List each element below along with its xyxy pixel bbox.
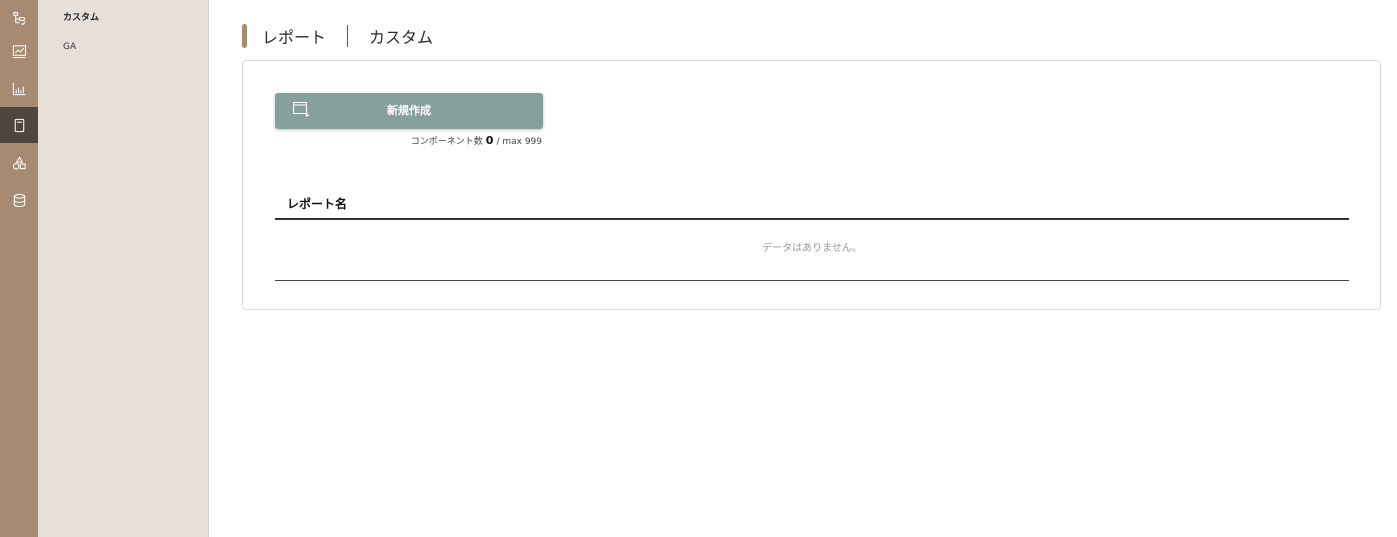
component-count-value: 0 [485, 134, 494, 147]
subnav-item-ga[interactable]: GA [63, 42, 76, 52]
rail-item-analytics[interactable] [0, 70, 38, 106]
icon-rail [0, 0, 38, 537]
report-card: 新規作成 コンポーネント数 0/ max 999 レポート名 データはありません。 [242, 60, 1381, 310]
header-accent-bar [242, 24, 247, 48]
report-table: レポート名 データはありません。 [275, 191, 1349, 281]
rail-item-report[interactable] [0, 107, 38, 143]
database-icon [13, 193, 25, 207]
empty-state: データはありません。 [275, 220, 1349, 281]
rail-item-database[interactable] [0, 182, 38, 218]
component-count: コンポーネント数 0/ max 999 [411, 134, 542, 147]
document-icon [14, 118, 24, 132]
new-report-label: 新規作成 [387, 104, 431, 117]
breadcrumb-custom: カスタム [369, 28, 434, 47]
sub-sidebar: カスタム GA [38, 0, 209, 537]
breadcrumb: レポート カスタム [242, 24, 433, 48]
subnav-title: カスタム [63, 13, 100, 23]
rail-item-sitemap[interactable] [0, 0, 38, 36]
shapes-icon [12, 155, 26, 170]
bar-chart-icon [12, 82, 26, 95]
rail-item-trend[interactable] [0, 33, 38, 69]
component-count-label: コンポーネント数 [410, 137, 483, 147]
component-count-max: / max 999 [496, 137, 542, 147]
sitemap-check-icon [12, 11, 26, 25]
rail-item-segments[interactable] [0, 145, 38, 181]
line-chart-icon [12, 44, 26, 58]
breadcrumb-divider [347, 25, 349, 47]
breadcrumb-report: レポート [262, 28, 327, 47]
column-header-report-name[interactable]: レポート名 [275, 191, 1349, 220]
new-report-button[interactable]: 新規作成 [275, 93, 543, 129]
